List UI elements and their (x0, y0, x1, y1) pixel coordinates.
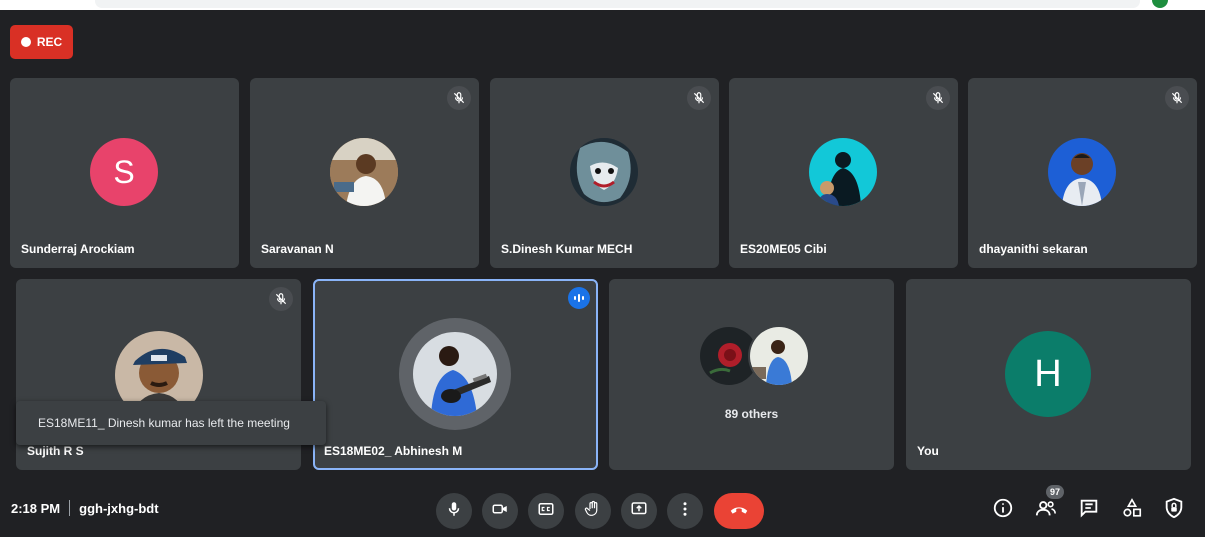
activities-button[interactable] (1120, 497, 1144, 524)
end-call-icon (728, 498, 750, 525)
camera-icon (491, 500, 509, 523)
browser-bar (0, 0, 1205, 10)
mic-off-icon (687, 86, 711, 110)
people-count-badge: 97 (1046, 485, 1064, 499)
profile-icon[interactable] (1152, 0, 1168, 8)
participant-tile-cibi[interactable]: ES20ME05 Cibi (729, 78, 958, 268)
meeting-code: ggh-jxhg-bdt (79, 500, 159, 516)
participant-tile-abhinesh[interactable]: ES18ME02_ Abhinesh M (313, 279, 598, 470)
mic-icon (445, 500, 463, 523)
avatar (809, 138, 877, 206)
captions-button[interactable] (528, 493, 564, 529)
participant-name: Sujith R S (27, 444, 84, 458)
leave-call-button[interactable] (714, 493, 764, 529)
meeting-details-button[interactable] (991, 498, 1015, 522)
participant-tile-dhayanithi[interactable]: dhayanithi sekaran (968, 78, 1197, 268)
captions-icon (537, 500, 555, 523)
people-icon (1035, 497, 1057, 524)
mic-off-icon (1165, 86, 1189, 110)
others-label: 89 others (724, 407, 779, 421)
participant-name: ES20ME05 Cibi (740, 242, 827, 256)
avatar (330, 138, 398, 206)
participant-tile-sunderraj[interactable]: S Sunderraj Arockiam (10, 78, 239, 268)
avatar (748, 325, 810, 387)
avatar (413, 332, 497, 416)
participant-name: S.Dinesh Kumar MECH (501, 242, 633, 256)
chat-icon (1078, 497, 1100, 524)
address-bar[interactable] (95, 0, 1140, 8)
chat-button[interactable] (1077, 498, 1101, 522)
others-tile[interactable]: 89 others (609, 279, 894, 470)
avatar (1048, 138, 1116, 206)
participant-tile-you[interactable]: H You (906, 279, 1191, 470)
meeting-info: 2:18 PM ggh-jxhg-bdt (11, 500, 159, 516)
camera-button[interactable] (482, 493, 518, 529)
avatar: H (1005, 331, 1091, 417)
activities-icon (1121, 497, 1143, 524)
mic-off-icon (926, 86, 950, 110)
raise-hand-button[interactable] (575, 493, 611, 529)
participant-tile-saravanan[interactable]: Saravanan N (250, 78, 479, 268)
more-icon (676, 500, 694, 523)
present-icon (630, 500, 648, 523)
participant-name: ES18ME02_ Abhinesh M (324, 444, 463, 458)
divider (69, 500, 71, 516)
recording-dot-icon (20, 37, 31, 47)
participant-name: dhayanithi sekaran (979, 242, 1088, 256)
left-meeting-notification: ES18ME11_ Dinesh kumar has left the meet… (16, 401, 326, 445)
more-options-button[interactable] (667, 493, 703, 529)
avatar: S (90, 138, 158, 206)
recording-badge: REC (10, 25, 73, 59)
recording-label: REC (36, 35, 63, 49)
participant-name: Saravanan N (261, 242, 334, 256)
avatar (570, 138, 638, 206)
host-controls-button[interactable] (1162, 497, 1186, 524)
participant-name: Sunderraj Arockiam (21, 242, 135, 256)
raise-hand-icon (584, 500, 602, 523)
speaking-indicator-icon (568, 287, 590, 309)
mic-off-icon (269, 287, 293, 311)
mic-button[interactable] (436, 493, 472, 529)
info-icon (992, 497, 1014, 524)
host-controls-icon (1163, 497, 1185, 524)
participant-tile-dinesh[interactable]: S.Dinesh Kumar MECH (490, 78, 719, 268)
notification-text: ES18ME11_ Dinesh kumar has left the meet… (38, 416, 290, 430)
mic-off-icon (447, 86, 471, 110)
present-button[interactable] (621, 493, 657, 529)
meeting-time: 2:18 PM (11, 500, 61, 516)
people-button[interactable] (1034, 498, 1058, 522)
participant-name: You (917, 444, 939, 458)
